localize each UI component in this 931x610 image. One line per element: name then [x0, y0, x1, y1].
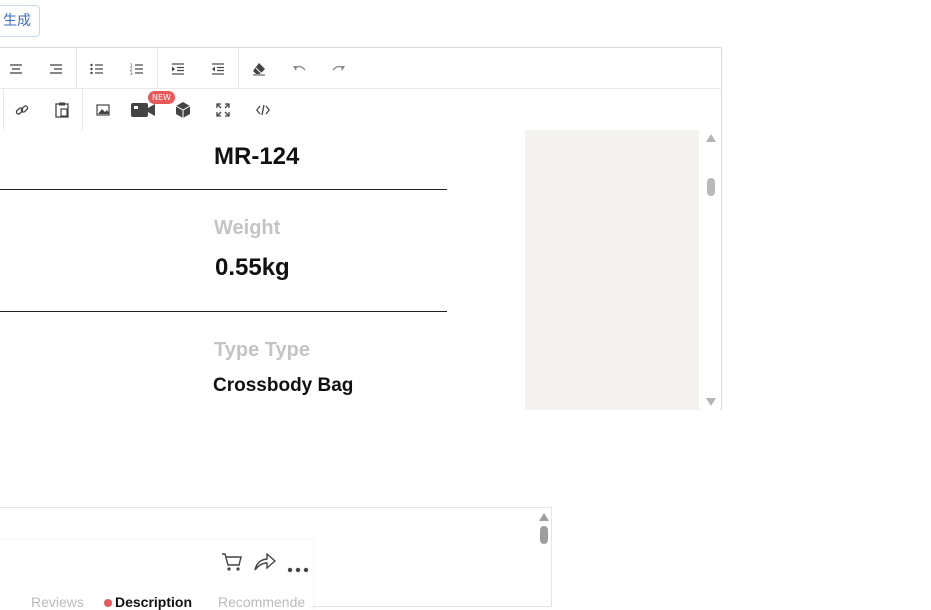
mobile-preview: w Reviews Description Recommende [0, 507, 552, 610]
more-icon[interactable] [287, 560, 309, 578]
side-panel [525, 130, 699, 410]
cart-icon[interactable] [221, 552, 243, 577]
tab-reviews[interactable]: Reviews [31, 594, 84, 610]
scroll-up-arrow-icon[interactable] [706, 134, 716, 142]
scroll-down-arrow-icon[interactable] [706, 398, 716, 406]
toolbar-divider [76, 48, 77, 89]
paste-icon[interactable] [47, 95, 77, 125]
link-icon[interactable] [7, 95, 37, 125]
scrollbar-thumb[interactable] [540, 526, 548, 544]
editor-content[interactable]: MR-124 Weight 0.55kg Type Type Crossbody… [0, 130, 701, 410]
toolbar-divider [82, 89, 83, 130]
weight-value: 0.55kg [215, 254, 290, 281]
toolbar-row-2 [0, 89, 721, 130]
tab-description-wrap[interactable]: Description [104, 594, 192, 610]
toolbar-divider [238, 48, 239, 89]
bullet-list-icon[interactable] [82, 54, 112, 84]
align-center-icon[interactable] [1, 54, 31, 84]
share-icon[interactable] [254, 552, 277, 576]
row-divider [0, 189, 447, 190]
toolbar-divider [157, 48, 158, 89]
clear-format-icon[interactable] [244, 54, 274, 84]
type-value: Crossbody Bag [213, 375, 354, 396]
scrollbar-thumb[interactable] [707, 178, 715, 196]
numbered-list-icon[interactable]: 123 [122, 54, 152, 84]
indent-icon[interactable] [163, 54, 193, 84]
image-icon[interactable] [88, 95, 118, 125]
toolbar-divider [3, 89, 4, 130]
toolbar-row-1: 123 [0, 48, 721, 89]
type-label: Type Type [214, 339, 310, 361]
svg-text:3: 3 [130, 71, 133, 75]
fullscreen-icon[interactable] [208, 95, 238, 125]
preview-scrollbar[interactable] [537, 508, 551, 608]
generate-button[interactable]: 生成 [0, 5, 40, 37]
redo-icon[interactable] [324, 54, 354, 84]
undo-icon[interactable] [284, 54, 314, 84]
active-dot [104, 599, 112, 607]
weight-label: Weight [214, 217, 281, 239]
align-right-icon[interactable] [41, 54, 71, 84]
scroll-up-arrow-icon[interactable] [539, 513, 549, 521]
source-code-icon[interactable] [248, 95, 278, 125]
outdent-icon[interactable] [203, 54, 233, 84]
model-number-value: MR-124 [214, 143, 300, 170]
editor-scrollbar[interactable] [702, 130, 720, 410]
new-badge: NEW [148, 91, 175, 104]
rich-text-editor: 123 NEW MR-124 Weight 0.55kg Type Type C… [0, 47, 722, 410]
row-divider [0, 311, 447, 312]
tab-recommended[interactable]: Recommende [218, 594, 305, 610]
tab-description: Description [115, 594, 193, 610]
